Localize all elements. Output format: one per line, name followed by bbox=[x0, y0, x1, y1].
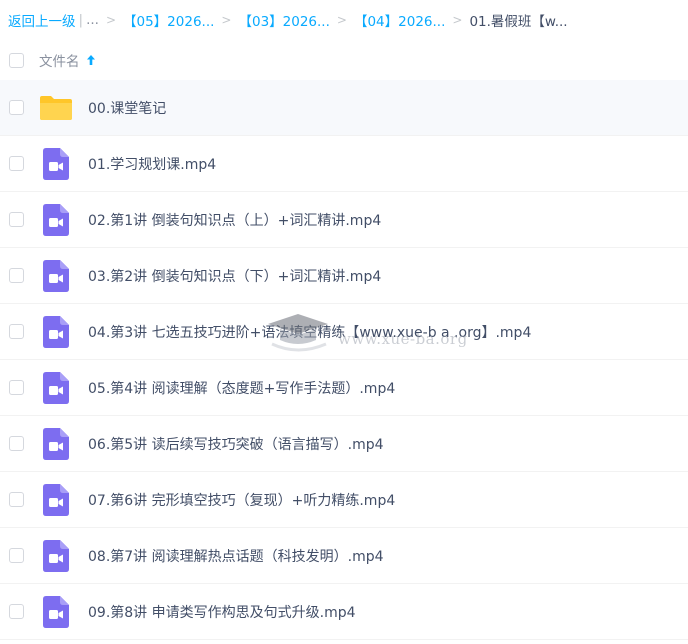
file-name[interactable]: 02.第1讲 倒装句知识点（上）+词汇精讲.mp4 bbox=[88, 210, 381, 230]
breadcrumb-ellipsis[interactable]: ... bbox=[86, 12, 99, 28]
video-file-icon bbox=[39, 371, 73, 405]
breadcrumb: 返回上一级 | ... > 【05】2026... > 【03】2026... … bbox=[8, 9, 684, 31]
file-row[interactable]: 01.学习规划课.mp4 bbox=[0, 136, 688, 192]
file-name[interactable]: 08.第7讲 阅读理解热点话题（科技发明）.mp4 bbox=[88, 546, 384, 566]
row-checkbox[interactable] bbox=[9, 604, 24, 619]
video-file-icon bbox=[39, 539, 73, 573]
row-checkbox[interactable] bbox=[9, 548, 24, 563]
video-file-icon bbox=[39, 147, 73, 181]
folder-icon bbox=[39, 91, 73, 125]
file-name[interactable]: 06.第5讲 读后续写技巧突破（语言描写）.mp4 bbox=[88, 434, 384, 454]
video-file-icon bbox=[39, 259, 73, 293]
file-name[interactable]: 04.第3讲 七选五技巧进阶+语法填空精练【www.xue-b a .org】.… bbox=[88, 322, 531, 342]
select-all-checkbox[interactable] bbox=[9, 52, 24, 68]
video-file-icon bbox=[39, 595, 73, 629]
row-checkbox[interactable] bbox=[9, 492, 24, 507]
row-checkbox[interactable] bbox=[9, 268, 24, 283]
file-row[interactable]: 06.第5讲 读后续写技巧突破（语言描写）.mp4 bbox=[0, 416, 688, 472]
file-row[interactable]: 09.第8讲 申请类写作构思及句式升级.mp4 bbox=[0, 584, 688, 640]
filename-column-label: 文件名 bbox=[39, 54, 80, 70]
file-name[interactable]: 09.第8讲 申请类写作构思及句式升级.mp4 bbox=[88, 602, 356, 622]
breadcrumb-arrow: > bbox=[105, 13, 116, 27]
row-checkbox[interactable] bbox=[9, 436, 24, 451]
row-checkbox[interactable] bbox=[9, 156, 24, 171]
row-checkbox[interactable] bbox=[9, 324, 24, 339]
video-file-icon bbox=[39, 203, 73, 237]
row-checkbox[interactable] bbox=[9, 100, 24, 115]
file-row[interactable]: 04.第3讲 七选五技巧进阶+语法填空精练【www.xue-b a .org】.… bbox=[0, 304, 688, 360]
breadcrumb-divider: | bbox=[78, 12, 84, 28]
file-list: 00.课堂笔记 01.学习规划课.mp4 02.第1讲 倒装句知识点（上）+词汇精讲… bbox=[0, 80, 688, 640]
file-name[interactable]: 01.学习规划课.mp4 bbox=[88, 154, 216, 174]
breadcrumb-item[interactable]: 【03】2026... bbox=[238, 10, 329, 30]
file-name[interactable]: 03.第2讲 倒装句知识点（下）+词汇精讲.mp4 bbox=[88, 266, 381, 286]
breadcrumb-current: 01.暑假班【w... bbox=[469, 14, 568, 30]
breadcrumb-arrow: > bbox=[452, 13, 463, 27]
back-link[interactable]: 返回上一级 bbox=[8, 10, 76, 30]
file-name[interactable]: 07.第6讲 完形填空技巧（复现）+听力精练.mp4 bbox=[88, 490, 395, 510]
row-checkbox[interactable] bbox=[9, 380, 24, 395]
file-row[interactable]: 03.第2讲 倒装句知识点（下）+词汇精讲.mp4 bbox=[0, 248, 688, 304]
breadcrumb-item[interactable]: 【05】2026... bbox=[123, 10, 214, 30]
sort-ascending-icon[interactable] bbox=[86, 54, 96, 66]
video-file-icon bbox=[39, 315, 73, 349]
file-name[interactable]: 05.第4讲 阅读理解（态度题+写作手法题）.mp4 bbox=[88, 378, 395, 398]
file-row[interactable]: 08.第7讲 阅读理解热点话题（科技发明）.mp4 bbox=[0, 528, 688, 584]
file-row[interactable]: 07.第6讲 完形填空技巧（复现）+听力精练.mp4 bbox=[0, 472, 688, 528]
breadcrumb-item[interactable]: 【04】2026... bbox=[354, 10, 445, 30]
video-file-icon bbox=[39, 427, 73, 461]
breadcrumb-arrow: > bbox=[336, 13, 347, 27]
breadcrumb-arrow: > bbox=[221, 13, 232, 27]
filename-column-header[interactable]: 文件名 bbox=[39, 50, 96, 70]
file-list-header: 文件名 bbox=[0, 40, 688, 81]
file-row[interactable]: 05.第4讲 阅读理解（态度题+写作手法题）.mp4 bbox=[0, 360, 688, 416]
folder-row[interactable]: 00.课堂笔记 bbox=[0, 80, 688, 136]
file-row[interactable]: 02.第1讲 倒装句知识点（上）+词汇精讲.mp4 bbox=[0, 192, 688, 248]
video-file-icon bbox=[39, 483, 73, 517]
row-checkbox[interactable] bbox=[9, 212, 24, 227]
file-name[interactable]: 00.课堂笔记 bbox=[88, 98, 166, 118]
